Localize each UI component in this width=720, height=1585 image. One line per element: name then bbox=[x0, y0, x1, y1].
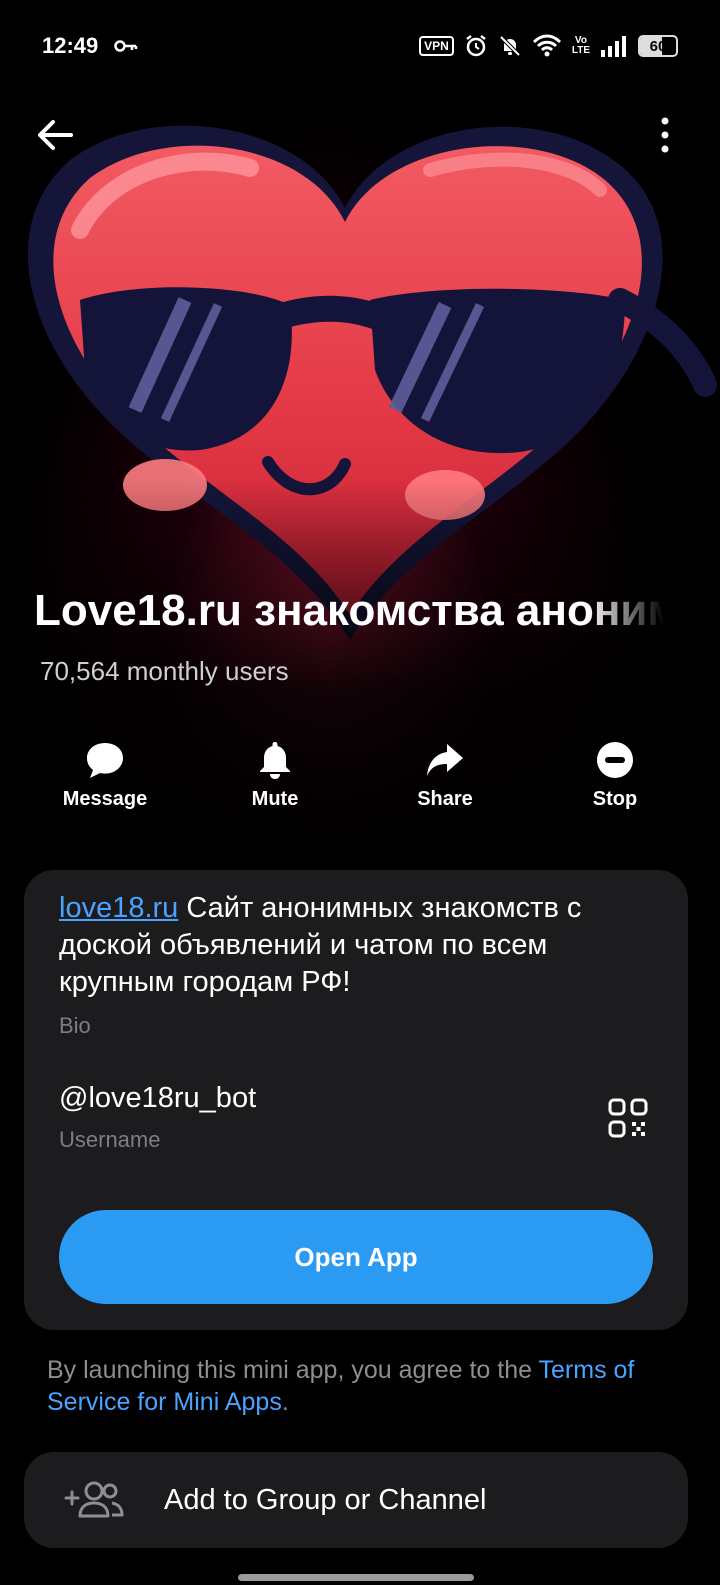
username-caption: Username bbox=[59, 1127, 161, 1152]
more-options-button[interactable] bbox=[642, 112, 688, 158]
open-app-button[interactable]: Open App bbox=[59, 1210, 653, 1304]
battery-level: 60 bbox=[649, 37, 667, 55]
status-right: VPN Vo LTE 60 bbox=[419, 34, 678, 58]
monthly-users: 70,564 monthly users bbox=[40, 656, 289, 686]
bio-link[interactable]: love18.ru bbox=[59, 892, 178, 924]
battery-icon: 60 bbox=[638, 35, 678, 57]
username-block: @love18ru_bot Username bbox=[59, 1082, 256, 1153]
alarm-icon bbox=[466, 35, 486, 57]
action-bar: Message Mute Share Stop bbox=[20, 740, 700, 811]
profile-hero-image bbox=[0, 0, 720, 860]
share-label: Share bbox=[417, 788, 473, 810]
volte-bottom: LTE bbox=[571, 45, 590, 56]
message-button[interactable]: Message bbox=[20, 740, 190, 811]
home-indicator[interactable] bbox=[238, 1574, 474, 1581]
volte-indicator: Vo LTE bbox=[572, 36, 590, 56]
stop-button[interactable]: Stop bbox=[530, 740, 700, 811]
notifications-off-icon bbox=[499, 35, 521, 57]
signal-icon bbox=[601, 36, 626, 57]
vpn-badge: VPN bbox=[419, 36, 454, 56]
clock: 12:49 bbox=[42, 33, 99, 58]
qr-code-icon bbox=[608, 1098, 648, 1137]
status-bar: 12:49 VPN Vo LTE 60 bbox=[0, 0, 720, 92]
username: @love18ru_bot bbox=[59, 1082, 257, 1114]
message-icon bbox=[87, 743, 123, 778]
terms-end: . bbox=[281, 1388, 289, 1416]
bell-icon bbox=[260, 742, 290, 779]
arrow-left-icon bbox=[38, 120, 73, 150]
terms-text: By launching this mini app, you agree to… bbox=[47, 1354, 677, 1418]
bio-text: love18.ru Сайт анонимных знакомств с дос… bbox=[59, 890, 653, 1001]
mute-button[interactable]: Mute bbox=[190, 740, 360, 811]
status-left: 12:49 bbox=[42, 33, 138, 59]
qr-code-button[interactable] bbox=[603, 1093, 653, 1143]
add-to-group-label: Add to Group or Channel bbox=[164, 1483, 487, 1516]
message-label: Message bbox=[62, 788, 148, 810]
username-row[interactable]: @love18ru_bot Username bbox=[59, 1082, 653, 1153]
info-card: love18.ru Сайт анонимных знакомств с дос… bbox=[24, 870, 688, 1330]
wifi-icon bbox=[532, 34, 561, 57]
add-group-icon bbox=[64, 1481, 124, 1518]
stop-icon bbox=[597, 742, 633, 778]
add-to-group-button[interactable]: Add to Group or Channel bbox=[24, 1452, 688, 1548]
mute-label: Mute bbox=[251, 788, 299, 810]
profile-title: Love18.ru знакомства анонимно bbox=[34, 586, 664, 635]
stop-label: Stop bbox=[592, 788, 638, 810]
share-button[interactable]: Share bbox=[360, 740, 530, 811]
share-icon bbox=[427, 744, 463, 776]
terms-prefix: By launching this mini app, you agree to… bbox=[47, 1356, 539, 1384]
bio-caption: Bio bbox=[59, 1013, 91, 1038]
back-button[interactable] bbox=[32, 112, 78, 158]
more-vertical-icon bbox=[661, 117, 669, 153]
key-icon bbox=[114, 40, 138, 52]
